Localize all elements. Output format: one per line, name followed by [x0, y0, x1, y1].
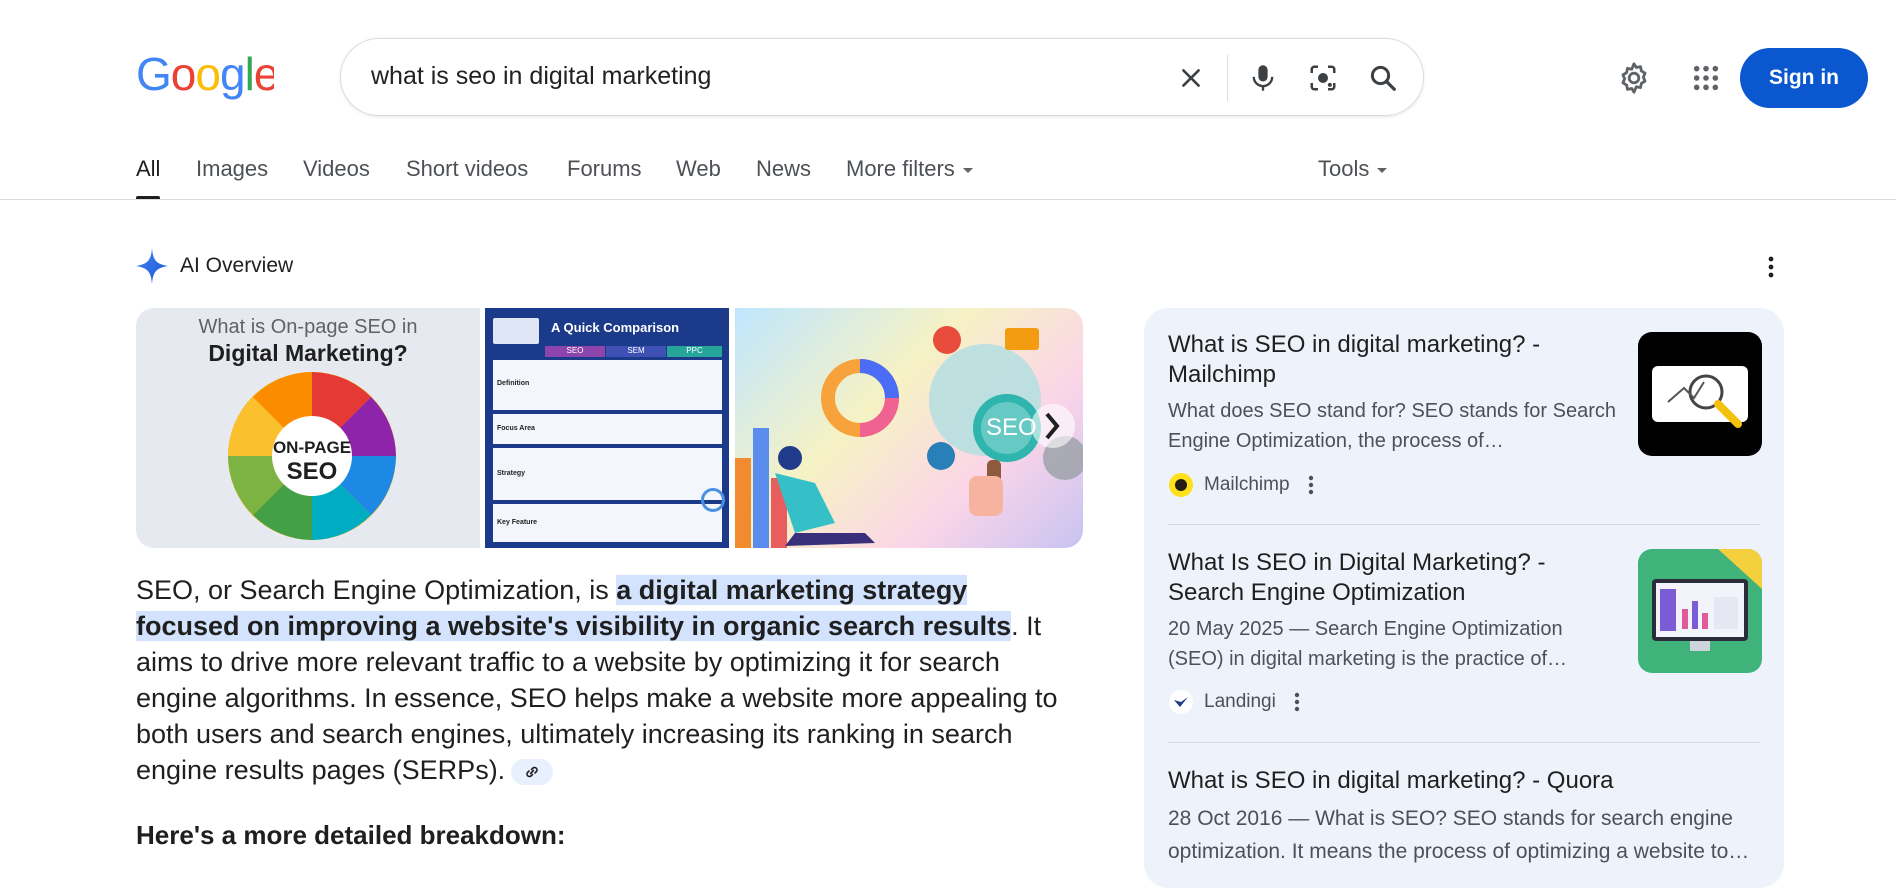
source-title-quora[interactable]: What is SEO in digital marketing? - Quor… — [1168, 766, 1768, 796]
tab-all[interactable]: All — [136, 156, 160, 182]
tab-videos[interactable]: Videos — [303, 156, 370, 182]
sign-in-button[interactable]: Sign in — [1740, 48, 1868, 108]
tab-news[interactable]: News — [756, 156, 811, 182]
source-snippet: 28 Oct 2016 — What is SEO? SEO stands fo… — [1168, 807, 1750, 863]
sources-panel: What is SEO in digital marketing? - Mail… — [1144, 308, 1784, 888]
more-vert-icon[interactable] — [1758, 254, 1784, 280]
mic-icon[interactable] — [1243, 58, 1283, 98]
monitor-graphic — [1652, 549, 1762, 651]
mailchimp-favicon — [1169, 473, 1193, 497]
ai-image-on-page-seo[interactable]: What is On-page SEO in Digital Marketing… — [136, 308, 480, 548]
ai-overview-text: SEO, or Search Engine Optimization, is a… — [136, 572, 1076, 788]
tab-images[interactable]: Images — [196, 156, 268, 182]
gear-icon[interactable] — [1612, 56, 1656, 100]
source-snippet: 20 May 2025 — Search Engine Optimization… — [1168, 618, 1568, 670]
row-key-feature: Key Feature — [493, 504, 722, 542]
svg-text:Google: Google — [136, 50, 274, 100]
magnifier-sketch-graphic — [1652, 366, 1748, 428]
row-label: Strategy — [497, 470, 526, 477]
breakdown-heading: Here's a more detailed breakdown: — [136, 820, 566, 850]
more-vert-icon[interactable] — [1294, 692, 1300, 712]
source-title-landingi[interactable]: What Is SEO in Digital Marketing? - Sear… — [1168, 548, 1616, 608]
source-card-title[interactable]: What is SEO in digital marketing? - Mail… — [1168, 330, 1616, 390]
source-name: Landingi — [1204, 691, 1276, 712]
source-snippet: What does SEO stand for? SEO stands for … — [1168, 400, 1616, 452]
wheel-label-1: ON-PAGE — [272, 438, 352, 457]
search-divider — [1227, 55, 1228, 101]
chevron-down-icon — [962, 167, 973, 173]
more-vert-icon[interactable] — [1308, 475, 1314, 495]
tools-button[interactable]: Tools — [1318, 156, 1388, 182]
window-graphic — [493, 318, 539, 344]
image-caption-line1: What is On-page SEO in — [198, 316, 418, 338]
source-row-landingi[interactable]: Landingi — [1168, 689, 1300, 715]
seo-label: SEO — [986, 414, 1037, 441]
image-caption-line2: Digital Marketing? — [208, 340, 408, 366]
search-input[interactable]: what is seo in digital marketing — [371, 62, 711, 91]
source-row-mailchimp[interactable]: Mailchimp — [1168, 472, 1314, 498]
apps-icon[interactable] — [1684, 56, 1728, 100]
landingi-favicon — [1169, 690, 1193, 714]
ai-image-seo-illustration[interactable]: SEO — [735, 308, 1083, 548]
source-name: Mailchimp — [1204, 474, 1290, 495]
row-label: Definition — [497, 380, 530, 387]
row-strategy: Strategy — [493, 448, 722, 500]
row-label: Focus Area — [497, 425, 535, 432]
tab-more-filters[interactable]: More filters — [846, 156, 973, 182]
source-card-title[interactable]: What Is SEO in Digital Marketing? - Sear… — [1168, 548, 1616, 608]
source-thumbnail-landingi[interactable] — [1638, 549, 1762, 673]
clear-icon[interactable] — [1171, 58, 1211, 98]
comparison-title: A Quick Comparison — [551, 320, 680, 335]
tabs-divider — [0, 199, 1896, 200]
tab-short-videos[interactable]: Short videos — [406, 156, 528, 182]
tools-label: Tools — [1318, 156, 1370, 181]
overview-text-pre: SEO, or Search Engine Optimization, is — [136, 575, 617, 605]
card-divider — [1168, 742, 1760, 743]
source-thumbnail-mailchimp[interactable] — [1638, 332, 1762, 456]
wheel-label-2: SEO — [286, 458, 338, 485]
row-definition: Definition — [493, 360, 722, 410]
col-seo: SEO — [545, 346, 605, 357]
more-filters-label: More filters — [846, 156, 955, 181]
chevron-down-icon — [1377, 167, 1388, 173]
row-focus-area: Focus Area — [493, 414, 722, 444]
card-divider — [1168, 524, 1760, 525]
link-icon[interactable] — [511, 758, 554, 785]
col-ppc: PPC — [667, 346, 722, 357]
lens-icon[interactable] — [1303, 58, 1343, 98]
row-label: Key Feature — [497, 519, 538, 526]
tab-web[interactable]: Web — [676, 156, 721, 182]
search-icon[interactable] — [1363, 58, 1403, 98]
col-sem: SEM — [606, 346, 666, 357]
google-logo[interactable]: Google — [136, 50, 274, 102]
ai-image-quick-comparison[interactable]: A Quick Comparison SEO SEM PPC Definitio… — [485, 308, 729, 548]
ai-overview-title: AI Overview — [180, 254, 294, 277]
ai-sparkle-icon — [136, 248, 168, 284]
magnifier-icon — [701, 488, 725, 512]
source-card-title[interactable]: What is SEO in digital marketing? - Quor… — [1168, 766, 1768, 796]
source-title-mailchimp[interactable]: What is SEO in digital marketing? - Mail… — [1168, 330, 1616, 390]
search-box[interactable]: what is seo in digital marketing — [340, 38, 1424, 116]
tab-forums[interactable]: Forums — [567, 156, 642, 182]
